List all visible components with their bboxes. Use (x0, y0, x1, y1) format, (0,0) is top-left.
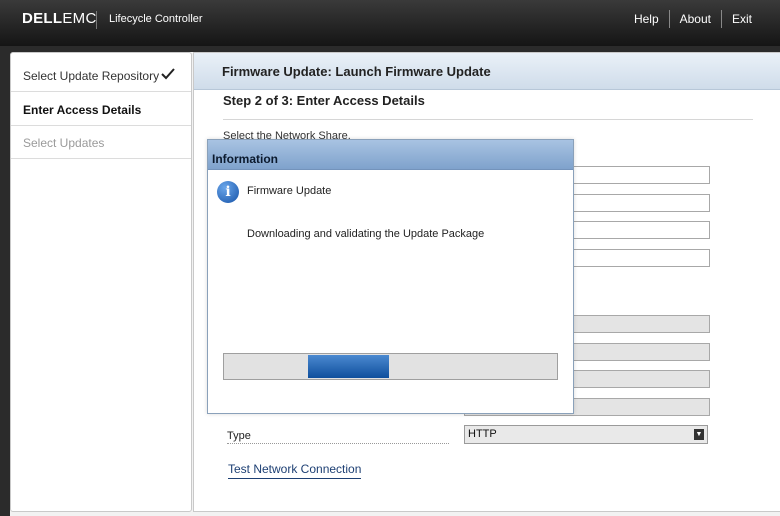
information-dialog: Information i Firmware Update Downloadin… (207, 139, 574, 414)
sidebar-item-label: Select Update Repository (23, 69, 160, 83)
wizard-sidebar: Select Update Repository Enter Access De… (10, 52, 192, 512)
type-select[interactable]: HTTP ▼ (464, 425, 708, 444)
top-nav: Help About Exit (624, 10, 762, 28)
page-title: Firmware Update: Launch Firmware Update (222, 64, 491, 79)
step-title: Step 2 of 3: Enter Access Details (223, 93, 425, 108)
logo-emc-text: EMC (62, 10, 97, 27)
dialog-title: Information (212, 152, 278, 166)
checkmark-icon (161, 68, 175, 80)
exit-link[interactable]: Exit (722, 12, 762, 26)
test-network-connection-link[interactable]: Test Network Connection (228, 462, 362, 479)
section-divider (223, 119, 753, 120)
page-header: Firmware Update: Launch Firmware Update (194, 53, 780, 90)
info-icon: i (217, 181, 239, 203)
help-link[interactable]: Help (624, 12, 669, 26)
sidebar-item-label: Select Updates (23, 136, 105, 150)
sidebar-item-enter-access-details[interactable]: Enter Access Details (11, 93, 191, 126)
progress-bar (223, 353, 558, 380)
about-link[interactable]: About (670, 12, 721, 26)
sidebar-item-select-update-repository[interactable]: Select Update Repository (11, 59, 191, 92)
logo-divider (96, 11, 97, 29)
logo-dell-text: DELL (22, 10, 63, 27)
dialog-title-bar: Information (208, 140, 573, 170)
sidebar-item-label: Enter Access Details (23, 103, 142, 117)
dropdown-arrow-icon[interactable]: ▼ (694, 429, 704, 440)
top-bar: DELLEMC Lifecycle Controller Help About … (0, 0, 780, 46)
progress-indicator (308, 355, 389, 378)
dell-emc-logo: DELLEMC (22, 10, 97, 27)
app-name: Lifecycle Controller (109, 13, 203, 25)
dialog-message: Downloading and validating the Update Pa… (247, 228, 485, 240)
dialog-heading: Firmware Update (247, 185, 332, 197)
type-label: Type (227, 430, 449, 444)
sidebar-item-select-updates: Select Updates (11, 126, 191, 159)
type-select-value: HTTP (468, 428, 497, 440)
